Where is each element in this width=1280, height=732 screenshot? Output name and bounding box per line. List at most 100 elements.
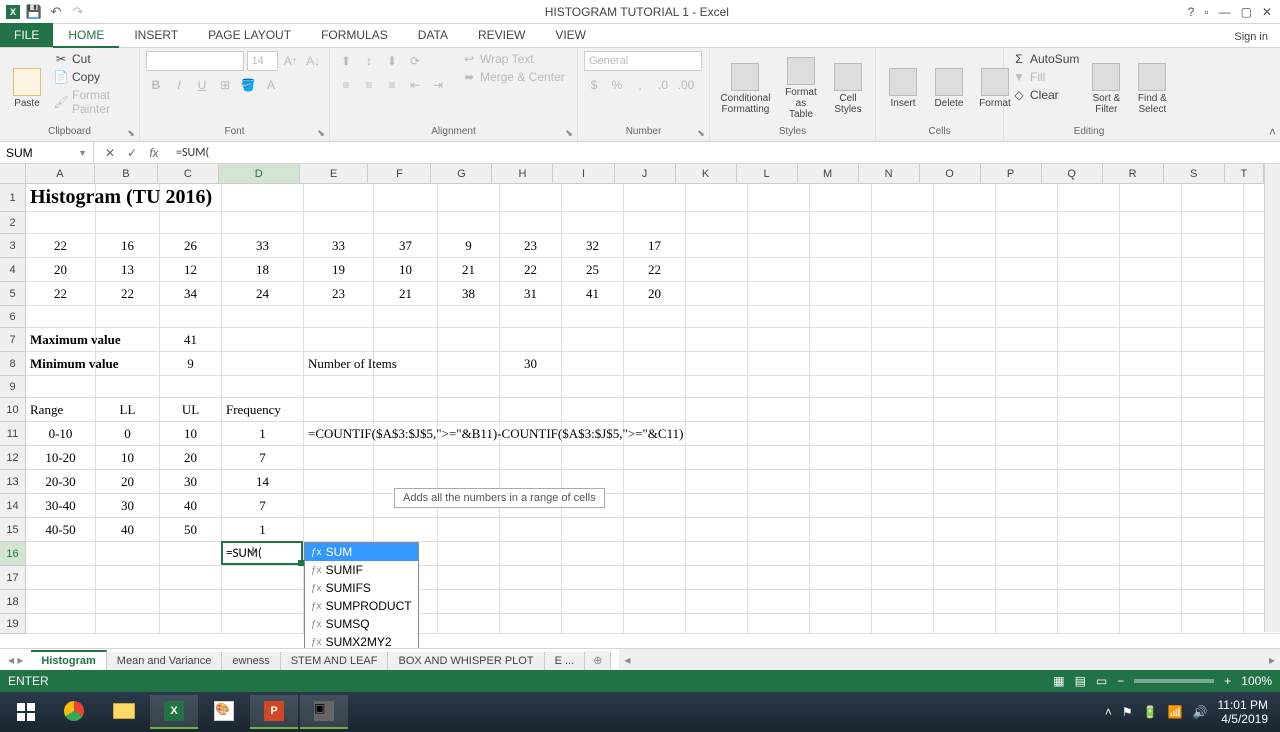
tab-insert[interactable]: INSERT: [119, 23, 193, 47]
cell-D14[interactable]: 7: [222, 494, 304, 518]
cell-C7[interactable]: 41: [160, 328, 222, 352]
sheet-tab[interactable]: Mean and Variance: [107, 652, 223, 670]
cell-C11[interactable]: 10: [160, 422, 222, 446]
col-header-R[interactable]: R: [1103, 164, 1164, 183]
align-bottom-icon[interactable]: ⬇: [382, 51, 402, 71]
row-header-13[interactable]: 13: [0, 470, 25, 494]
col-header-B[interactable]: B: [95, 164, 158, 183]
view-pagebreak-icon[interactable]: ▭: [1096, 674, 1107, 688]
bold-button[interactable]: B: [146, 75, 166, 95]
row-header-17[interactable]: 17: [0, 566, 25, 590]
align-left-icon[interactable]: ≡: [336, 75, 356, 95]
cell-D4[interactable]: 18: [222, 258, 304, 282]
sheet-nav[interactable]: ◂ ▸: [0, 649, 31, 670]
collapse-ribbon-icon[interactable]: ˄: [1269, 125, 1276, 139]
col-header-P[interactable]: P: [981, 164, 1042, 183]
format-as-table-button[interactable]: Format as Table: [779, 51, 823, 126]
taskbar-chrome[interactable]: [50, 695, 98, 729]
cell-E5[interactable]: 23: [304, 282, 374, 306]
cell-D11[interactable]: 1: [222, 422, 304, 446]
comma-icon[interactable]: ,: [630, 75, 650, 95]
cell-G5[interactable]: 38: [438, 282, 500, 306]
col-header-S[interactable]: S: [1164, 164, 1225, 183]
signin-link[interactable]: Sign in: [1222, 27, 1280, 47]
italic-button[interactable]: I: [169, 75, 189, 95]
cut-button[interactable]: ✂Cut: [52, 51, 133, 67]
cancel-formula-icon[interactable]: ✕: [102, 146, 118, 160]
cell-D12[interactable]: 7: [222, 446, 304, 470]
cell-E4[interactable]: 19: [304, 258, 374, 282]
launcher-icon[interactable]: ⬊: [125, 127, 137, 139]
orientation-icon[interactable]: ⟳: [405, 51, 425, 71]
row-header-6[interactable]: 6: [0, 306, 25, 328]
col-header-Q[interactable]: Q: [1042, 164, 1103, 183]
autocomplete-item[interactable]: ƒxSUMX2MY2: [305, 633, 418, 648]
row-header-5[interactable]: 5: [0, 282, 25, 306]
merge-center-button[interactable]: ⬌Merge & Center: [460, 69, 567, 85]
tab-file[interactable]: FILE: [0, 23, 53, 47]
maximize-icon[interactable]: ▢: [1241, 5, 1252, 19]
col-header-F[interactable]: F: [368, 164, 431, 183]
percent-icon[interactable]: %: [607, 75, 627, 95]
launcher-icon[interactable]: ⬊: [315, 127, 327, 139]
cell-A15[interactable]: 40-50: [26, 518, 96, 542]
cell-H4[interactable]: 22: [500, 258, 562, 282]
cell-A13[interactable]: 20-30: [26, 470, 96, 494]
cell-D10[interactable]: Frequency: [222, 398, 304, 422]
save-icon[interactable]: 💾: [26, 4, 42, 20]
cell-E3[interactable]: 33: [304, 234, 374, 258]
cell-A7[interactable]: Maximum value: [26, 328, 160, 352]
close-icon[interactable]: ✕: [1262, 5, 1272, 19]
cell-J5[interactable]: 20: [624, 282, 686, 306]
row-header-14[interactable]: 14: [0, 494, 25, 518]
cell-B3[interactable]: 16: [96, 234, 160, 258]
row-header-2[interactable]: 2: [0, 212, 25, 234]
clock[interactable]: 11:01 PM 4/5/2019: [1218, 698, 1268, 727]
cell-H3[interactable]: 23: [500, 234, 562, 258]
taskbar-app[interactable]: ▣: [300, 695, 348, 729]
cell-D13[interactable]: 14: [222, 470, 304, 494]
cell-styles-button[interactable]: Cell Styles: [827, 51, 869, 126]
cell-B14[interactable]: 30: [96, 494, 160, 518]
taskbar-excel[interactable]: X: [150, 695, 198, 729]
cell-C4[interactable]: 12: [160, 258, 222, 282]
start-button[interactable]: [4, 692, 48, 732]
autocomplete-item[interactable]: ƒxSUMSQ: [305, 615, 418, 633]
cell-F5[interactable]: 21: [374, 282, 438, 306]
name-box[interactable]: SUM▼: [0, 142, 94, 163]
formula-input[interactable]: =SUM(: [170, 144, 1280, 162]
insert-function-icon[interactable]: fx: [146, 146, 162, 160]
cell-G4[interactable]: 21: [438, 258, 500, 282]
fill-button[interactable]: ▼Fill: [1010, 69, 1081, 85]
col-header-I[interactable]: I: [553, 164, 614, 183]
col-header-O[interactable]: O: [920, 164, 981, 183]
col-header-N[interactable]: N: [859, 164, 920, 183]
col-header-G[interactable]: G: [431, 164, 492, 183]
col-header-T[interactable]: T: [1225, 164, 1264, 183]
col-header-J[interactable]: J: [615, 164, 676, 183]
row-header-18[interactable]: 18: [0, 590, 25, 614]
cell-A12[interactable]: 10-20: [26, 446, 96, 470]
tray-up-icon[interactable]: ˄: [1105, 705, 1112, 719]
clear-button[interactable]: ◇Clear: [1010, 87, 1081, 103]
enter-formula-icon[interactable]: ✓: [124, 146, 140, 160]
cell-A10[interactable]: Range: [26, 398, 96, 422]
taskbar-paint[interactable]: 🎨: [200, 695, 248, 729]
row-header-3[interactable]: 3: [0, 234, 25, 258]
sheet-tab[interactable]: Histogram: [31, 650, 106, 670]
cell-J4[interactable]: 22: [624, 258, 686, 282]
align-right-icon[interactable]: ≡: [382, 75, 402, 95]
cell-A14[interactable]: 30-40: [26, 494, 96, 518]
cell-I4[interactable]: 25: [562, 258, 624, 282]
decrease-indent-icon[interactable]: ⇤: [405, 75, 425, 95]
sheet-tab[interactable]: E ...: [545, 652, 586, 670]
currency-icon[interactable]: $: [584, 75, 604, 95]
sort-filter-button[interactable]: Sort & Filter: [1085, 51, 1127, 126]
cell-B4[interactable]: 13: [96, 258, 160, 282]
col-header-K[interactable]: K: [676, 164, 737, 183]
cell-I3[interactable]: 32: [562, 234, 624, 258]
increase-indent-icon[interactable]: ⇥: [428, 75, 448, 95]
underline-button[interactable]: U: [192, 75, 212, 95]
col-header-D[interactable]: D: [219, 164, 300, 183]
view-normal-icon[interactable]: ▦: [1053, 674, 1064, 688]
